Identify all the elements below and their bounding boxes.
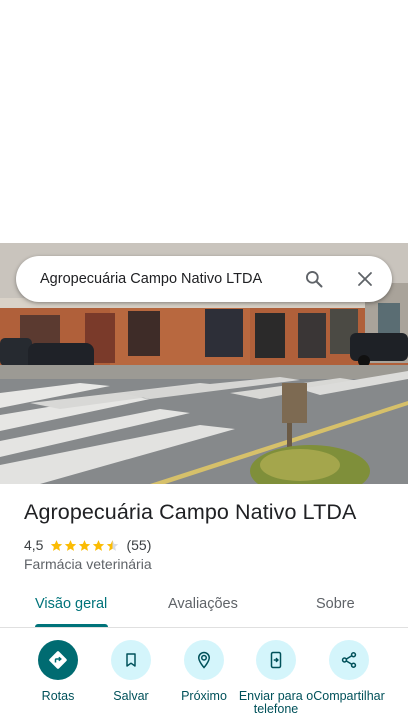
search-icon[interactable] — [302, 267, 326, 291]
tab-reviews[interactable]: Avaliações — [168, 585, 238, 627]
nearby-label: Próximo — [181, 689, 227, 703]
place-title: Agropecuária Campo Nativo LTDA — [24, 500, 357, 524]
star-icon — [79, 539, 91, 551]
tab-bar: Visão geral Avaliações Sobre — [0, 585, 408, 628]
action-buttons: Rotas Salvar Próximo Enviar para o telef… — [0, 640, 408, 726]
directions-icon — [49, 651, 67, 669]
rating-value: 4,5 — [24, 537, 44, 553]
save-button[interactable]: Salvar — [91, 640, 171, 703]
search-query[interactable]: Agropecuária Campo Nativo LTDA — [40, 256, 262, 302]
bookmark-icon — [126, 653, 136, 667]
star-icon — [93, 539, 105, 551]
nearby-button[interactable]: Próximo — [164, 640, 244, 703]
rating-row[interactable]: 4,5 (55) — [24, 536, 151, 554]
map-blank-area — [0, 0, 408, 243]
place-category: Farmácia veterinária — [24, 556, 152, 572]
half-star-icon — [107, 539, 119, 551]
save-label: Salvar — [113, 689, 149, 703]
tab-overview[interactable]: Visão geral — [35, 585, 107, 627]
star-icon — [65, 539, 77, 551]
send-to-phone-icon — [270, 651, 282, 669]
send-to-phone-button[interactable]: Enviar para o telefone — [236, 640, 316, 716]
rating-stars — [50, 539, 120, 552]
share-icon — [341, 652, 357, 668]
active-tab-indicator — [35, 624, 108, 627]
share-button[interactable]: Compartilhar — [309, 640, 389, 703]
nearby-icon — [197, 651, 211, 669]
reviews-count[interactable]: (55) — [126, 537, 151, 553]
star-icon — [51, 539, 63, 551]
send-to-phone-label: Enviar para o telefone — [238, 689, 314, 716]
search-bar[interactable]: Agropecuária Campo Nativo LTDA — [16, 256, 392, 302]
share-label: Compartilhar — [313, 689, 385, 703]
close-icon[interactable] — [353, 267, 377, 291]
tab-about[interactable]: Sobre — [316, 585, 355, 627]
directions-button[interactable]: Rotas — [18, 640, 98, 703]
directions-label: Rotas — [41, 689, 75, 703]
